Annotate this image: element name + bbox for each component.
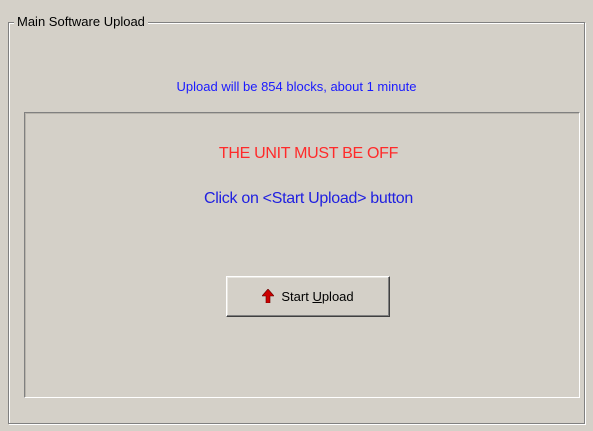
- start-upload-label: Start Upload: [281, 289, 354, 304]
- instruction-text: Click on <Start Upload> button: [204, 190, 413, 207]
- red-up-arrow-icon: [262, 289, 275, 303]
- groupbox-title: Main Software Upload: [14, 14, 148, 30]
- software-upload-dialog: Main Software Upload Upload will be 854 …: [0, 0, 593, 431]
- unit-off-warning: THE UNIT MUST BE OFF: [218, 145, 399, 162]
- start-upload-button[interactable]: Start Upload: [226, 276, 390, 317]
- upload-info-text: Upload will be 854 blocks, about 1 minut…: [176, 79, 417, 94]
